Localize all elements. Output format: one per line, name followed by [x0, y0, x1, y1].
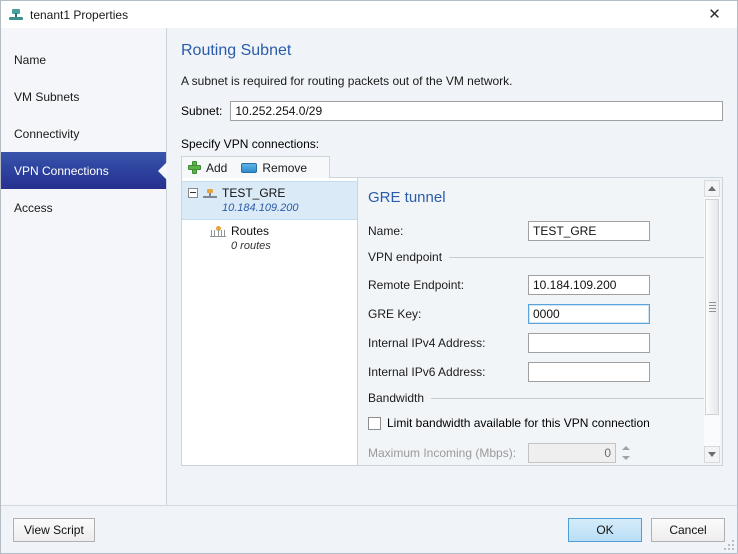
vpn-detail-panel: GRE tunnel Name: VPN endpoint Remote End… — [358, 178, 722, 465]
remote-endpoint-input[interactable] — [528, 275, 650, 295]
scroll-down-button[interactable] — [704, 446, 720, 463]
max-incoming-label: Maximum Incoming (Mbps): — [368, 446, 517, 460]
max-incoming-input[interactable] — [528, 443, 616, 463]
sidebar-item-label: Access — [14, 200, 53, 215]
minus-icon — [241, 162, 258, 173]
scrollbar-thumb[interactable] — [705, 199, 719, 415]
stepper-up-icon[interactable] — [621, 446, 630, 450]
network-service-icon — [8, 7, 24, 23]
remove-button[interactable]: Remove — [241, 161, 307, 175]
section-divider — [431, 397, 708, 399]
section-label: VPN endpoint — [368, 250, 443, 264]
section-vpn-endpoint: VPN endpoint — [368, 250, 722, 264]
scrollbar-track[interactable] — [704, 197, 720, 446]
chevron-up-icon — [708, 186, 716, 191]
sidebar-item-vm-subnets[interactable]: VM Subnets — [1, 78, 166, 115]
view-script-button[interactable]: View Script — [13, 517, 95, 542]
title-bar: tenant1 Properties ✕ — [1, 1, 737, 28]
sidebar-item-connectivity[interactable]: Connectivity — [1, 115, 166, 152]
subnet-row: Subnet: — [181, 101, 723, 121]
remote-endpoint-label: Remote Endpoint: — [368, 278, 465, 292]
internal-ipv4-row: Internal IPv4 Address: — [368, 333, 722, 353]
routes-icon — [210, 226, 226, 238]
limit-bandwidth-label: Limit bandwidth available for this VPN c… — [387, 416, 650, 430]
section-label: Bandwidth — [368, 391, 425, 405]
section-divider — [449, 256, 708, 258]
vpn-connections-group: Add Remove TEST_GRE 10.184.109.200 Route… — [181, 156, 723, 466]
limit-bandwidth-row: Limit bandwidth available for this VPN c… — [368, 416, 722, 430]
internal-ipv6-input[interactable] — [528, 362, 650, 382]
add-button[interactable]: Add — [188, 161, 227, 175]
max-incoming-row: Maximum Incoming (Mbps): — [368, 443, 722, 463]
vpn-tree: TEST_GRE 10.184.109.200 Routes 0 routes — [182, 178, 358, 465]
tree-node-subtitle: 0 routes — [231, 240, 271, 252]
vpn-group-box: TEST_GRE 10.184.109.200 Routes 0 routes … — [181, 177, 723, 466]
tree-node-subtitle: 10.184.109.200 — [222, 202, 299, 214]
dialog-footer: View Script OK Cancel — [1, 505, 737, 553]
add-button-label: Add — [206, 160, 228, 175]
ok-button[interactable]: OK — [568, 517, 642, 542]
name-label: Name: — [368, 224, 404, 238]
sidebar: Name VM Subnets Connectivity VPN Connect… — [1, 28, 167, 505]
remove-button-label: Remove — [262, 160, 308, 175]
specify-vpn-label: Specify VPN connections: — [181, 137, 320, 151]
sidebar-item-label: Name — [14, 52, 47, 67]
close-icon[interactable]: ✕ — [692, 1, 737, 28]
sidebar-item-label: VPN Connections — [14, 163, 109, 178]
scroll-up-button[interactable] — [704, 180, 720, 197]
max-incoming-stepper[interactable] — [618, 443, 633, 463]
grip-icon — [708, 300, 716, 314]
sidebar-item-access[interactable]: Access — [1, 189, 166, 226]
properties-dialog: tenant1 Properties ✕ Name VM Subnets Con… — [0, 0, 738, 554]
dialog-body: Name VM Subnets Connectivity VPN Connect… — [1, 28, 737, 505]
name-row: Name: — [368, 221, 722, 241]
remote-endpoint-row: Remote Endpoint: — [368, 275, 722, 295]
sidebar-item-label: VM Subnets — [14, 89, 80, 104]
plus-icon — [188, 161, 201, 174]
chevron-down-icon — [708, 452, 716, 457]
subnet-label: Subnet: — [181, 104, 223, 118]
name-input[interactable] — [528, 221, 650, 241]
tree-node-test-gre[interactable]: TEST_GRE 10.184.109.200 — [182, 181, 357, 220]
internal-ipv6-label: Internal IPv6 Address: — [368, 365, 486, 379]
page-description: A subnet is required for routing packets… — [181, 74, 513, 88]
tree-node-title: Routes — [231, 224, 270, 238]
internal-ipv4-label: Internal IPv4 Address: — [368, 336, 486, 350]
gre-key-label: GRE Key: — [368, 307, 422, 321]
sidebar-item-label: Connectivity — [14, 126, 80, 141]
tunnel-icon — [203, 187, 217, 200]
cancel-button[interactable]: Cancel — [651, 517, 725, 542]
detail-title: GRE tunnel — [368, 189, 446, 206]
sidebar-item-vpn-connections[interactable]: VPN Connections — [1, 152, 167, 189]
section-bandwidth: Bandwidth — [368, 391, 722, 405]
internal-ipv4-input[interactable] — [528, 333, 650, 353]
main-content: Routing Subnet A subnet is required for … — [167, 28, 737, 505]
sidebar-item-name[interactable]: Name — [1, 41, 166, 78]
detail-scrollbar[interactable] — [704, 180, 720, 463]
stepper-down-icon[interactable] — [621, 456, 630, 460]
window-title: tenant1 Properties — [30, 7, 129, 22]
resize-grip[interactable] — [722, 538, 734, 550]
vpn-toolbar: Add Remove — [181, 156, 331, 178]
tree-node-title: TEST_GRE — [222, 186, 286, 200]
internal-ipv6-row: Internal IPv6 Address: — [368, 362, 722, 382]
limit-bandwidth-checkbox[interactable] — [368, 416, 381, 430]
collapse-icon[interactable] — [188, 188, 198, 198]
gre-key-row: GRE Key: — [368, 304, 722, 324]
subnet-input[interactable] — [230, 101, 723, 121]
page-title: Routing Subnet — [181, 42, 292, 59]
gre-key-input[interactable] — [528, 304, 650, 324]
tree-node-routes[interactable]: Routes 0 routes — [182, 220, 357, 257]
